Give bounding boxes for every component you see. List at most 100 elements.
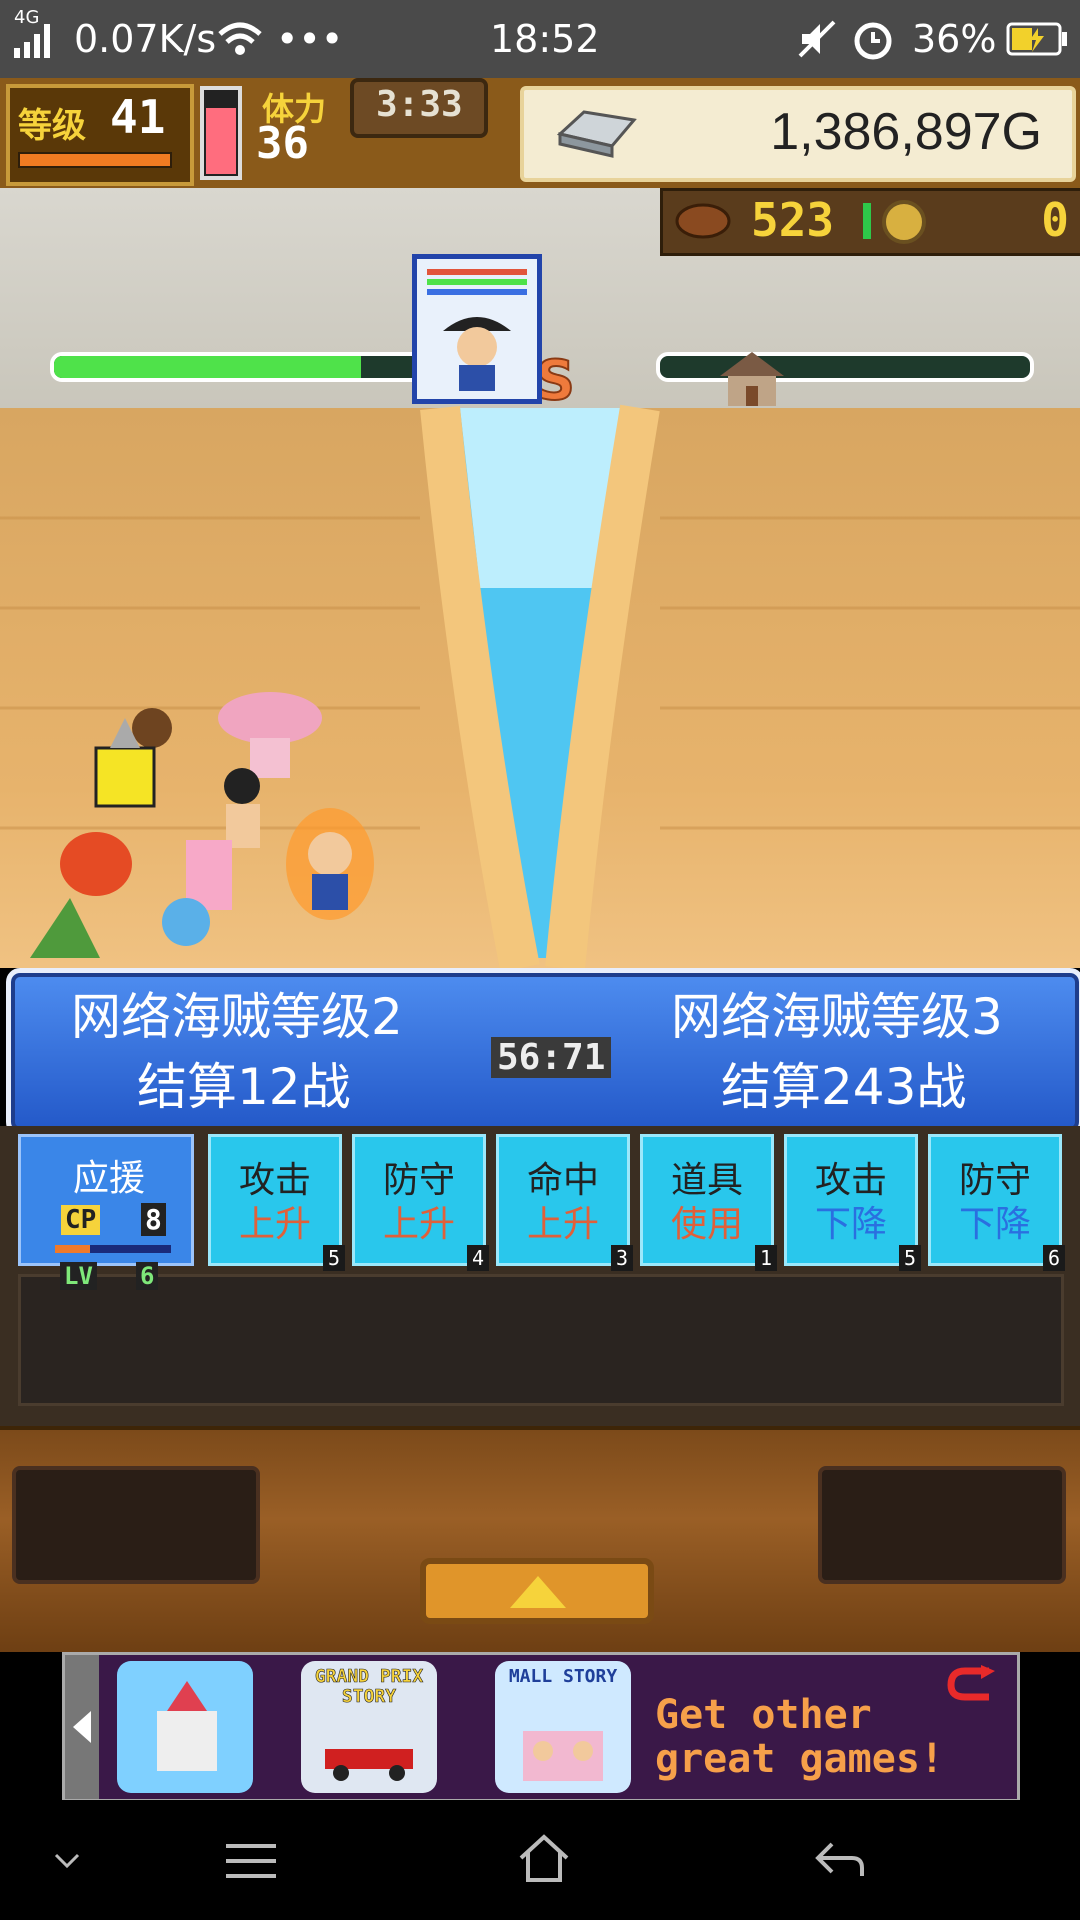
chevron-left-icon	[73, 1711, 91, 1743]
action-button[interactable]: 命中 上升 3	[496, 1134, 633, 1271]
action-button[interactable]: 防守 下降 6	[928, 1134, 1065, 1271]
ship-house-icon	[720, 352, 784, 406]
level-box: 等级 41	[6, 84, 194, 186]
ad-prev-button[interactable]	[65, 1655, 99, 1799]
mall-title: MALL STORY	[508, 1666, 618, 1687]
gold-box: 1,386,897G	[520, 86, 1076, 182]
action-count: 4	[467, 1245, 489, 1271]
action-effect: 使用	[670, 1204, 743, 1245]
pirate-captain-icon	[443, 317, 511, 391]
action-count: 5	[323, 1245, 345, 1271]
right-team-name: 网络海贼等级3	[671, 988, 1003, 1046]
action-button[interactable]: 攻击 下降 5	[784, 1134, 921, 1271]
pirate-captain-crew	[286, 808, 374, 920]
action-name: 攻击	[814, 1160, 887, 1201]
castle-icon	[157, 1681, 217, 1771]
battle-scene: Vs	[0, 188, 1080, 968]
meat-icon	[675, 203, 731, 239]
left-hp-bar	[50, 352, 428, 382]
home-icon[interactable]	[518, 1834, 570, 1884]
coin-icon	[882, 200, 926, 244]
stamina-gauge	[200, 86, 242, 180]
right-team-result: 结算243战	[721, 1058, 967, 1116]
action-button[interactable]: 攻击 上升 5	[208, 1134, 345, 1271]
race-car-icon	[325, 1749, 413, 1781]
left-hp-fill	[54, 356, 362, 378]
collapse-chevron-icon[interactable]	[54, 1852, 80, 1870]
mall-people-icon	[523, 1731, 603, 1781]
crew-characters	[30, 692, 374, 958]
action-effect: 下降	[958, 1204, 1031, 1245]
action-name: 道具	[670, 1160, 743, 1201]
recovery-timer: 3:33	[376, 84, 463, 125]
squid-crew	[30, 898, 100, 958]
grandprix-title: GRAND PRIX STORY	[314, 1666, 424, 1707]
action-count: 6	[1043, 1245, 1065, 1271]
monkey-crew	[132, 708, 172, 748]
captain-portrait	[412, 254, 542, 404]
action-effect: 上升	[238, 1204, 311, 1245]
exp-bar	[18, 152, 172, 168]
support-button[interactable]: 应援 CP 8	[18, 1134, 194, 1266]
action-count: 5	[899, 1245, 921, 1271]
ad-game-mall[interactable]: MALL STORY	[495, 1661, 631, 1793]
navigation-bar	[0, 1800, 1080, 1920]
wood-control-panel	[0, 1426, 1080, 1652]
right-hp-bar	[656, 352, 1034, 382]
action-name: 命中	[526, 1160, 599, 1201]
phoenix-crew	[60, 832, 132, 896]
battle-countdown: 56:71	[491, 1037, 612, 1078]
action-button[interactable]: 道具 使用 1	[640, 1134, 777, 1271]
action-effect: 上升	[382, 1204, 455, 1245]
action-name: 防守	[382, 1160, 455, 1201]
alarm-icon	[854, 22, 892, 60]
wifi-icon	[218, 22, 262, 55]
action-log-area	[18, 1274, 1064, 1406]
back-icon[interactable]	[814, 1840, 866, 1880]
status-bar: 4G 0.07K/s ••• 18:52 36%	[0, 0, 1080, 78]
team-banner: 网络海贼等级2 结算12战 网络海贼等级3 结算243战 56:71	[6, 968, 1080, 1136]
redirect-arrow-icon	[947, 1665, 995, 1701]
mute-icon	[798, 20, 836, 58]
action-name: 防守	[958, 1160, 1031, 1201]
stamina-value: 36	[256, 118, 309, 169]
action-count: 3	[611, 1245, 633, 1271]
cp-value: 8	[141, 1203, 166, 1236]
food-count: 523	[751, 193, 835, 247]
resource-divider	[863, 203, 871, 239]
level-value: 41	[110, 90, 166, 144]
lv-value: 6	[136, 1262, 159, 1290]
expand-up-button[interactable]	[420, 1558, 654, 1624]
level-label: 等级	[18, 106, 86, 146]
ad-game-castle[interactable]	[117, 1661, 253, 1793]
coin-count: 0	[1041, 193, 1069, 247]
battery-icon	[1006, 22, 1067, 56]
girl-crew	[224, 768, 260, 848]
action-button[interactable]: 防守 上升 4	[352, 1134, 489, 1271]
silver-ingot-icon	[556, 110, 637, 158]
left-slot[interactable]	[12, 1466, 260, 1584]
signal-icon	[14, 24, 50, 58]
action-effect: 上升	[526, 1204, 599, 1245]
left-team-result: 结算12战	[137, 1058, 351, 1116]
right-slot[interactable]	[818, 1466, 1066, 1584]
battery-percent: 36%	[912, 17, 997, 61]
ad-game-grandprix[interactable]: GRAND PRIX STORY	[301, 1661, 437, 1793]
triangle-up-icon	[510, 1576, 566, 1608]
ad-cta[interactable]: Get other great games!	[655, 1693, 995, 1781]
more-dots-icon: •••	[276, 17, 344, 61]
lv-label: LV	[60, 1262, 97, 1290]
action-name: 攻击	[238, 1160, 311, 1201]
cp-bar	[55, 1245, 171, 1253]
cp-label: CP	[61, 1205, 101, 1235]
action-effect: 下降	[814, 1204, 887, 1245]
clock: 18:52	[490, 17, 600, 61]
ad-banner[interactable]: GRAND PRIX STORY MALL STORY Get other gr…	[62, 1652, 1020, 1802]
network-speed: 0.07K/s	[74, 17, 217, 61]
menu-icon[interactable]	[226, 1842, 276, 1880]
resource-bar: 523 0	[660, 188, 1080, 256]
left-team-name: 网络海贼等级2	[71, 988, 403, 1046]
axolotl-crew	[218, 692, 322, 778]
blue-hair-crew	[162, 898, 210, 946]
support-label: 应援	[73, 1158, 146, 1199]
